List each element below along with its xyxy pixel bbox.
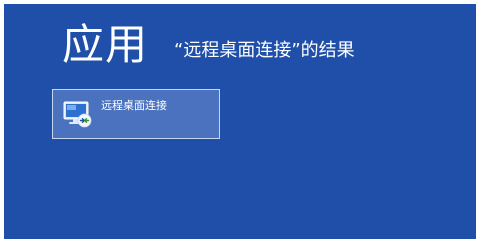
remote-desktop-icon xyxy=(61,98,93,130)
search-results-screen: 应用 “远程桌面连接”的结果 远程桌面连接 xyxy=(4,4,476,239)
result-item-remote-desktop[interactable]: 远程桌面连接 xyxy=(52,89,220,139)
result-item-label: 远程桌面连接 xyxy=(101,99,167,112)
search-query-caption: “远程桌面连接”的结果 xyxy=(174,40,355,61)
page-title: 应用 xyxy=(62,20,149,69)
